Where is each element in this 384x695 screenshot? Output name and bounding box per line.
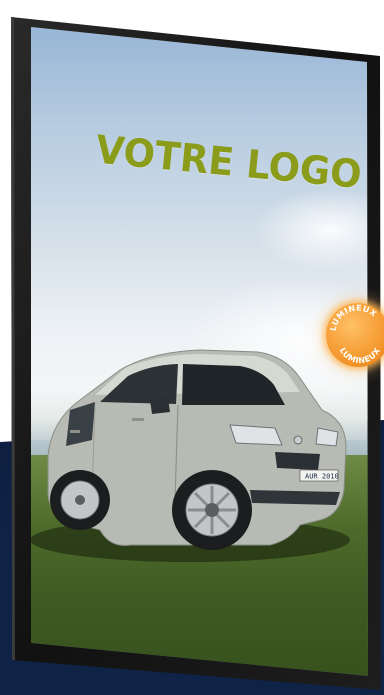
badge-bottom-textpath: LUMINEUX [338,346,382,365]
badge-ring: LUMINEUX LUMINEUX [329,304,383,366]
lightbox-display-scene: VOTRE LOGO AUR 2010 LUMINEUX LUMINEUX [0,0,384,695]
lumineux-badge: LUMINEUX LUMINEUX [326,303,384,367]
badge-top-text: LUMINEUX [329,304,379,332]
badge-bottom-text: LUMINEUX [338,346,383,365]
badge-top-textpath: LUMINEUX [329,304,379,332]
